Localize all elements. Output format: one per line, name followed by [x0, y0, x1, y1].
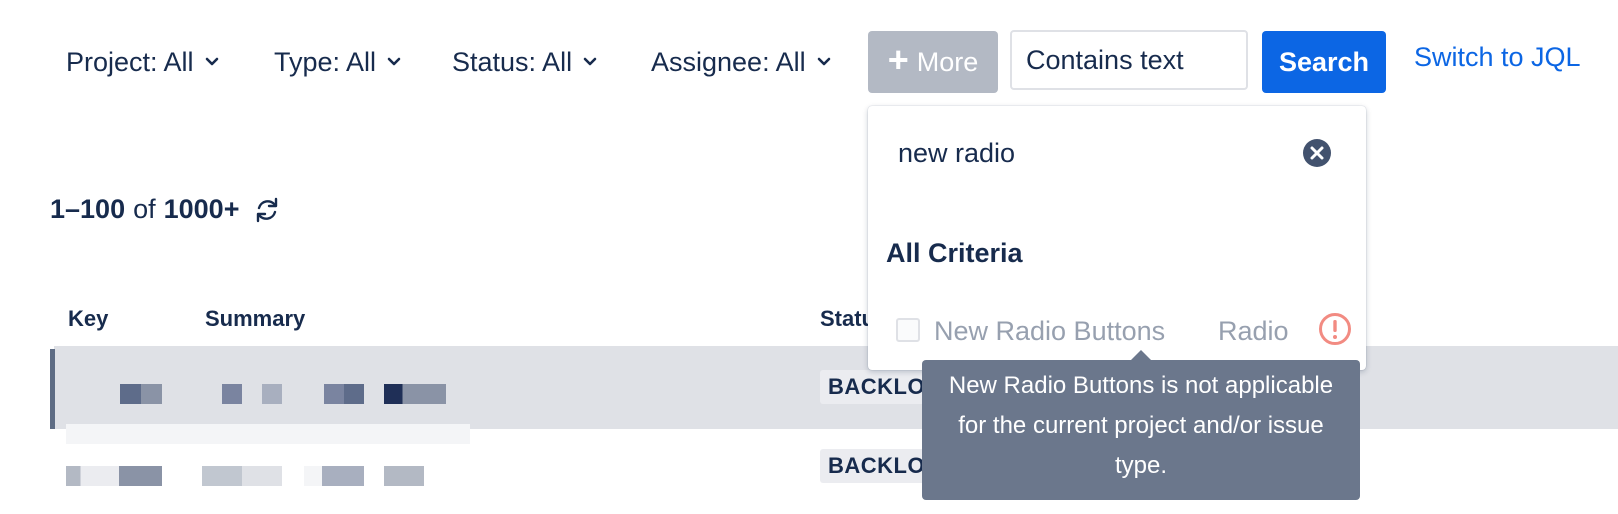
redacted-summary [222, 384, 242, 404]
result-total: 1000+ [163, 194, 240, 224]
type-filter-label: Type: All [274, 46, 377, 77]
redacted-summary [262, 384, 282, 404]
plus-icon: + [887, 39, 909, 80]
redacted-summary [384, 466, 424, 486]
chevron-down-icon [583, 57, 597, 66]
column-header-summary[interactable]: Summary [205, 306, 305, 332]
criteria-checkbox[interactable] [896, 318, 920, 342]
criteria-type: Radio [1218, 316, 1289, 346]
more-filters-label: More [916, 46, 979, 77]
assignee-filter[interactable]: Assignee: All [651, 40, 832, 84]
redacted-summary [384, 384, 446, 404]
status-filter[interactable]: Status: All [452, 40, 598, 84]
contains-text-input[interactable]: Contains text [1010, 30, 1248, 90]
chevron-down-icon [205, 57, 218, 66]
row-divider [66, 424, 470, 444]
redacted-summary [304, 466, 364, 486]
refresh-icon[interactable] [253, 196, 281, 224]
redacted-summary [324, 384, 364, 404]
chevron-down-icon [387, 57, 401, 66]
assignee-filter-label: Assignee: All [651, 46, 806, 77]
redacted-summary [202, 466, 282, 486]
more-filters-button[interactable]: + More [868, 31, 998, 93]
criteria-label: New Radio Buttons [934, 316, 1166, 346]
switch-to-jql-link[interactable]: Switch to JQL [1414, 42, 1581, 73]
column-header-key[interactable]: Key [68, 306, 108, 332]
status-filter-label: Status: All [452, 46, 573, 77]
criteria-search-input[interactable]: new radio [898, 138, 1015, 169]
search-button[interactable]: Search [1262, 31, 1386, 93]
all-criteria-heading: All Criteria [886, 238, 1023, 268]
result-count: 1–100 of 1000+ [50, 194, 281, 225]
warning-icon[interactable] [1318, 312, 1352, 346]
type-filter[interactable]: Type: All [274, 40, 402, 84]
project-filter[interactable]: Project: All [66, 40, 220, 84]
contains-text-placeholder: Contains text [1026, 44, 1184, 75]
more-criteria-dropdown: new radio All Criteria New Radio Buttons… [868, 106, 1366, 370]
redacted-key [66, 466, 162, 486]
result-range: 1–100 [50, 194, 126, 224]
clear-icon[interactable] [1302, 138, 1332, 168]
not-applicable-tooltip: New Radio Buttons is not applicable for … [922, 360, 1360, 500]
result-of: of [133, 194, 156, 224]
project-filter-label: Project: All [66, 46, 194, 77]
chevron-down-icon [817, 57, 830, 66]
redacted-key [120, 384, 162, 404]
